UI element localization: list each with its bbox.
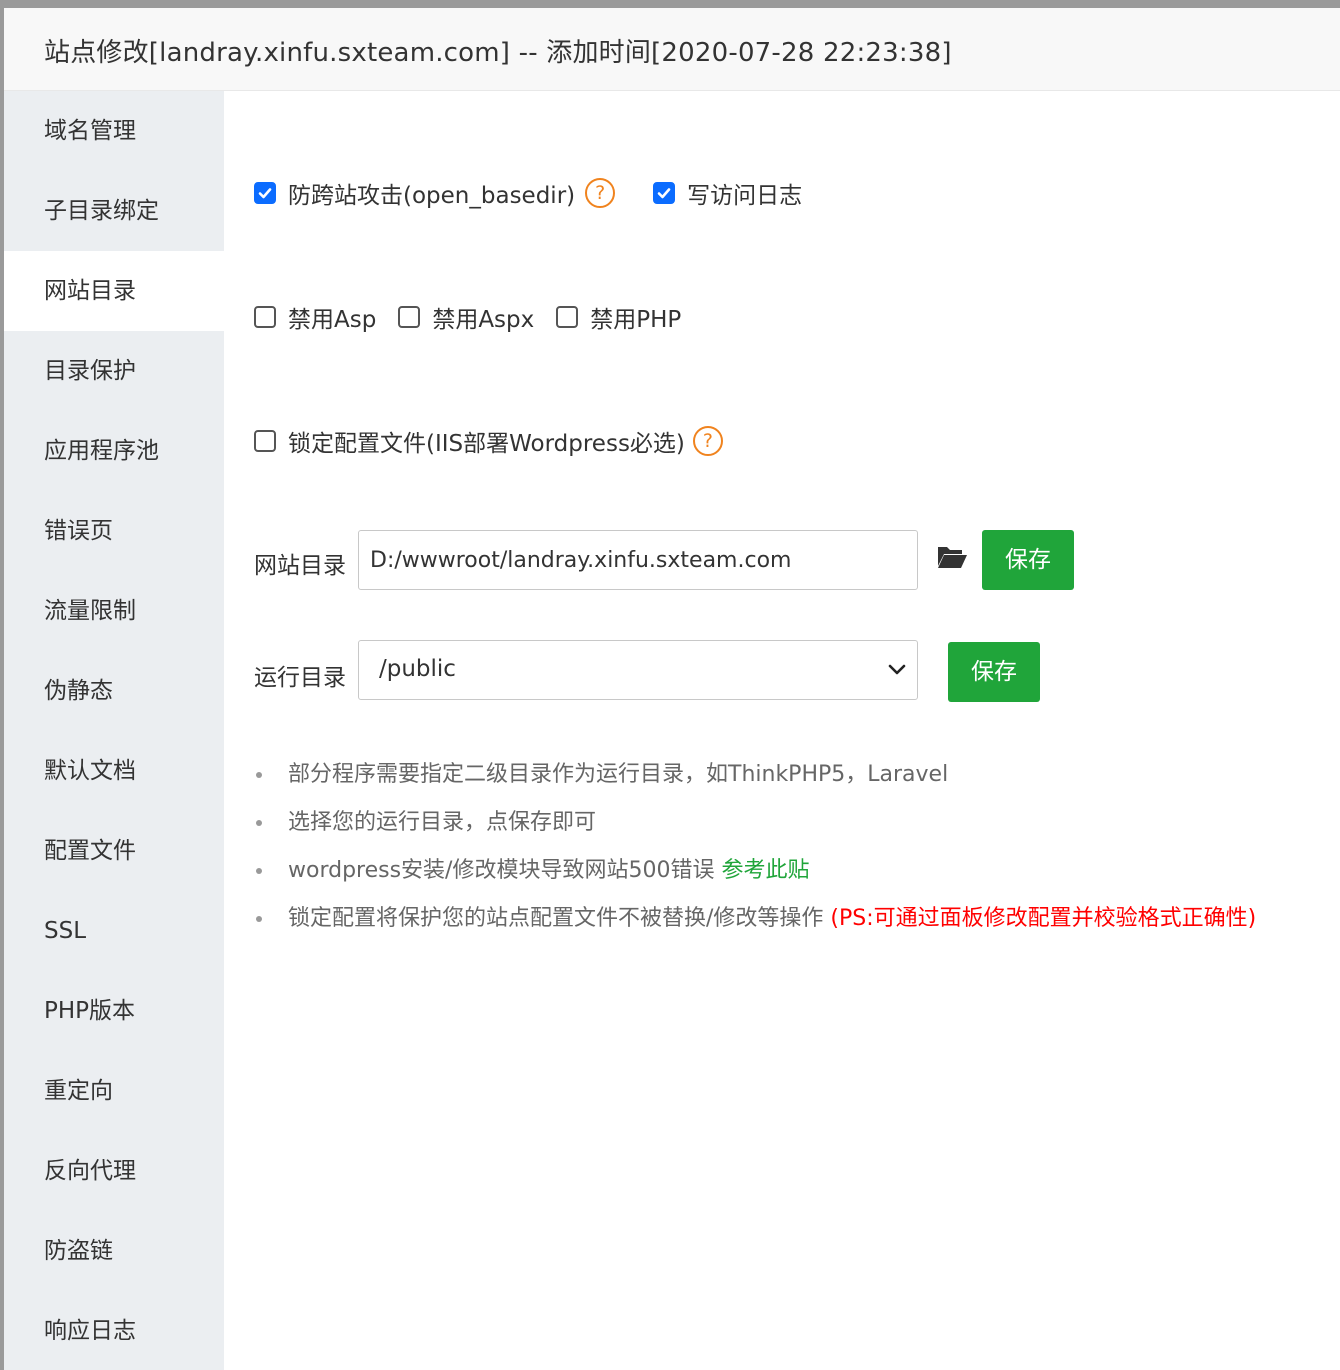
- sidebar-item-config-file[interactable]: 配置文件: [4, 811, 224, 891]
- run-dir-select[interactable]: /public: [358, 640, 918, 700]
- sidebar-item-php-version[interactable]: PHP版本: [4, 971, 224, 1051]
- list-item: 选择您的运行目录，点保存即可: [254, 799, 1256, 847]
- bullet-icon: [256, 772, 262, 778]
- site-edit-dialog: 站点修改[landray.xinfu.sxteam.com] -- 添加时间[2…: [4, 8, 1340, 1370]
- disable-php-checkbox[interactable]: 禁用PHP: [556, 300, 681, 334]
- tips-list: 部分程序需要指定二级目录作为运行目录，如ThinkPHP5，Laravel 选择…: [254, 751, 1256, 943]
- chevron-down-icon: [887, 661, 907, 683]
- folder-open-icon[interactable]: [936, 544, 968, 574]
- site-dir-label: 网站目录: [254, 553, 346, 579]
- access-log-label: 写访问日志: [687, 183, 803, 209]
- sidebar-item-redirect[interactable]: 重定向: [4, 1051, 224, 1131]
- checkbox-checked-icon[interactable]: [254, 182, 276, 204]
- run-dir-selected-value: /public: [379, 656, 456, 682]
- dialog-title: 站点修改[landray.xinfu.sxteam.com] -- 添加时间[2…: [44, 38, 952, 68]
- list-item: 部分程序需要指定二级目录作为运行目录，如ThinkPHP5，Laravel: [254, 751, 1256, 799]
- checkbox-icon[interactable]: [398, 306, 421, 328]
- sidebar-item-dir-protect[interactable]: 目录保护: [4, 331, 224, 411]
- lock-config-label: 锁定配置文件(IIS部署Wordpress必选): [288, 431, 685, 457]
- run-dir-label: 运行目录: [254, 665, 346, 691]
- site-dir-input[interactable]: [358, 530, 918, 590]
- sidebar-item-ssl[interactable]: SSL: [4, 891, 224, 971]
- list-item: wordpress安装/修改模块导致网站500错误 参考此贴: [254, 847, 1256, 895]
- sidebar: 域名管理 子目录绑定 网站目录 目录保护 应用程序池 错误页 流量限制 伪静态 …: [4, 91, 224, 1370]
- anti-xss-label: 防跨站攻击(open_basedir): [288, 183, 576, 209]
- sidebar-item-domain[interactable]: 域名管理: [4, 91, 224, 171]
- disable-aspx-checkbox[interactable]: 禁用Aspx: [398, 300, 534, 334]
- bullet-icon: [256, 820, 262, 826]
- help-icon[interactable]: ?: [585, 178, 616, 208]
- warning-text: (PS:可通过面板修改配置并校验格式正确性): [830, 906, 1257, 931]
- checkbox-icon[interactable]: [254, 430, 276, 452]
- sidebar-item-reverse-proxy[interactable]: 反向代理: [4, 1131, 224, 1211]
- checkbox-icon[interactable]: [556, 306, 579, 328]
- bullet-icon: [256, 868, 262, 874]
- lock-config-checkbox[interactable]: 锁定配置文件(IIS部署Wordpress必选): [254, 424, 685, 458]
- main-panel: 防跨站攻击(open_basedir) ? 写访问日志 禁用Asp 禁用Aspx: [224, 91, 1340, 1370]
- disable-aspx-label: 禁用Aspx: [432, 307, 535, 333]
- anti-xss-checkbox[interactable]: 防跨站攻击(open_basedir): [254, 176, 575, 210]
- sidebar-item-response-log[interactable]: 响应日志: [4, 1291, 224, 1370]
- tip-text: 选择您的运行目录，点保存即可: [288, 810, 597, 835]
- list-item: 锁定配置将保护您的站点配置文件不被替换/修改等操作 (PS:可通过面板修改配置并…: [254, 895, 1256, 943]
- tip-text: 部分程序需要指定二级目录作为运行目录，如ThinkPHP5，Laravel: [288, 762, 949, 787]
- tip-text: 锁定配置将保护您的站点配置文件不被替换/修改等操作: [288, 906, 831, 931]
- disable-asp-label: 禁用Asp: [288, 307, 377, 333]
- disable-php-label: 禁用PHP: [590, 307, 682, 333]
- sidebar-item-default-doc[interactable]: 默认文档: [4, 731, 224, 811]
- sidebar-item-hotlink[interactable]: 防盗链: [4, 1211, 224, 1291]
- sidebar-item-rewrite[interactable]: 伪静态: [4, 651, 224, 731]
- sidebar-item-traffic-limit[interactable]: 流量限制: [4, 571, 224, 651]
- checkbox-icon[interactable]: [254, 306, 276, 328]
- reference-link[interactable]: 参考此贴: [721, 858, 809, 883]
- sidebar-item-error-page[interactable]: 错误页: [4, 491, 224, 571]
- sidebar-item-app-pool[interactable]: 应用程序池: [4, 411, 224, 491]
- option-row-3: 锁定配置文件(IIS部署Wordpress必选) ?: [254, 424, 739, 458]
- save-run-dir-button[interactable]: 保存: [948, 642, 1040, 702]
- dialog-titlebar: 站点修改[landray.xinfu.sxteam.com] -- 添加时间[2…: [4, 8, 1340, 91]
- help-icon[interactable]: ?: [692, 426, 723, 456]
- option-row-2: 禁用Asp 禁用Aspx 禁用PHP: [254, 300, 703, 334]
- save-site-dir-button[interactable]: 保存: [982, 530, 1074, 590]
- sidebar-item-site-dir[interactable]: 网站目录: [4, 251, 224, 331]
- option-row-1: 防跨站攻击(open_basedir) ? 写访问日志: [254, 176, 824, 210]
- access-log-checkbox[interactable]: 写访问日志: [653, 176, 802, 210]
- bullet-icon: [256, 916, 262, 922]
- checkbox-checked-icon[interactable]: [653, 182, 676, 204]
- sidebar-item-subdir-bind[interactable]: 子目录绑定: [4, 171, 224, 251]
- tip-text: wordpress安装/修改模块导致网站500错误: [288, 858, 722, 883]
- disable-asp-checkbox[interactable]: 禁用Asp: [254, 300, 376, 334]
